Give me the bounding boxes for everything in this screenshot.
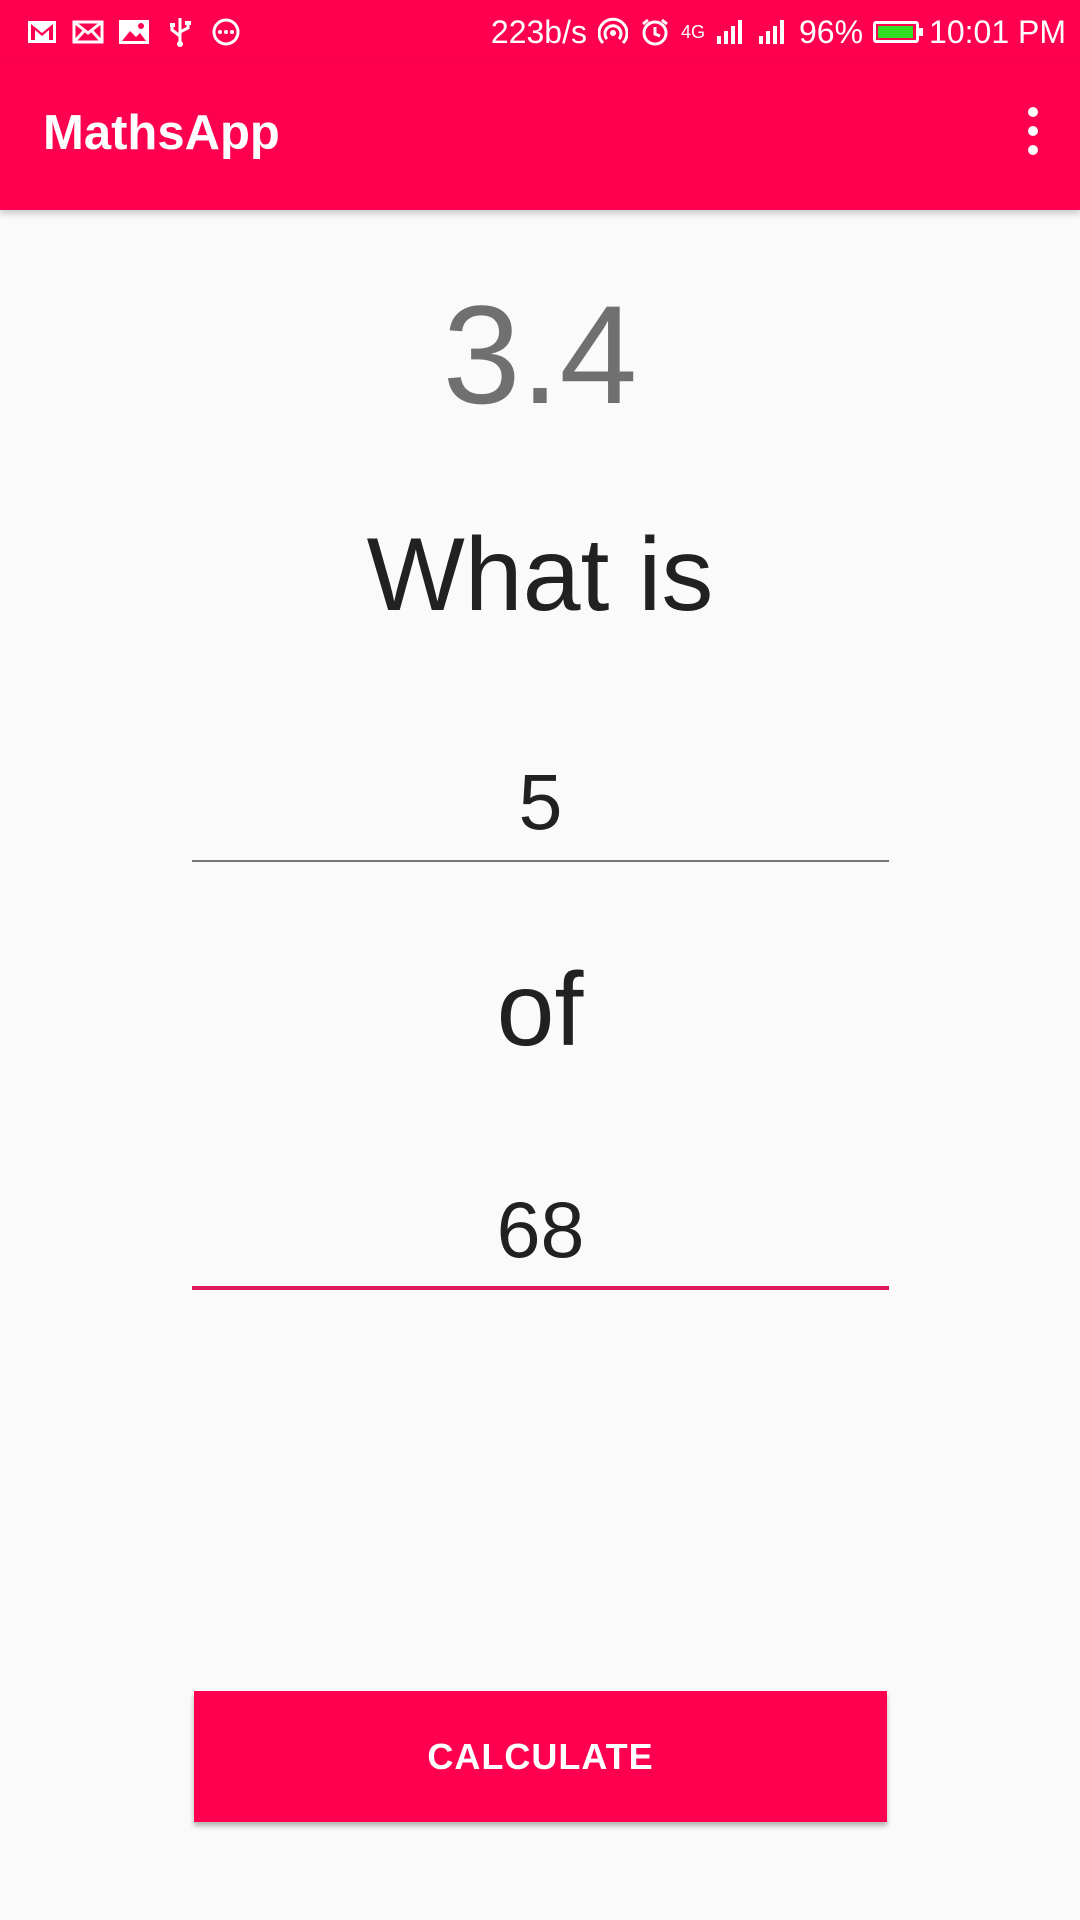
result-display: 3.4: [442, 276, 638, 433]
clock: 10:01 PM: [929, 13, 1066, 50]
usb-icon: [164, 16, 196, 48]
system-status: 223b/s 4G 96% 10:01 PM: [491, 10, 1066, 54]
battery-fill: [878, 26, 913, 38]
of-label: of: [496, 952, 584, 1068]
signal-icon-2: [757, 16, 789, 48]
notification-icons: [26, 12, 242, 52]
mail-icon: [72, 16, 104, 48]
app-bar: MathsApp: [0, 63, 1080, 210]
percent-input[interactable]: 5: [192, 752, 889, 862]
menu-dot: [1028, 107, 1038, 117]
app-title: MathsApp: [43, 106, 280, 160]
number-input[interactable]: 68: [192, 1180, 889, 1290]
signal-icon: [715, 16, 747, 48]
menu-dot: [1028, 145, 1038, 155]
battery-percent: 96%: [798, 13, 864, 50]
image-icon: [118, 16, 150, 48]
alarm-icon: [639, 16, 671, 48]
battery-icon: [873, 21, 924, 43]
hotspot-icon: [597, 16, 629, 48]
network-type: 4G: [680, 21, 705, 42]
net-speed: 223b/s: [490, 13, 587, 50]
menu-dot: [1028, 126, 1038, 136]
gmail-icon: [26, 16, 58, 48]
more-vert-icon[interactable]: [1008, 101, 1058, 161]
status-bar: 223b/s 4G 96% 10:01 PM: [0, 0, 1080, 63]
calculate-button[interactable]: CALCULATE: [194, 1691, 887, 1822]
more-circle-icon: [210, 16, 242, 48]
prompt-label: What is: [366, 517, 714, 633]
